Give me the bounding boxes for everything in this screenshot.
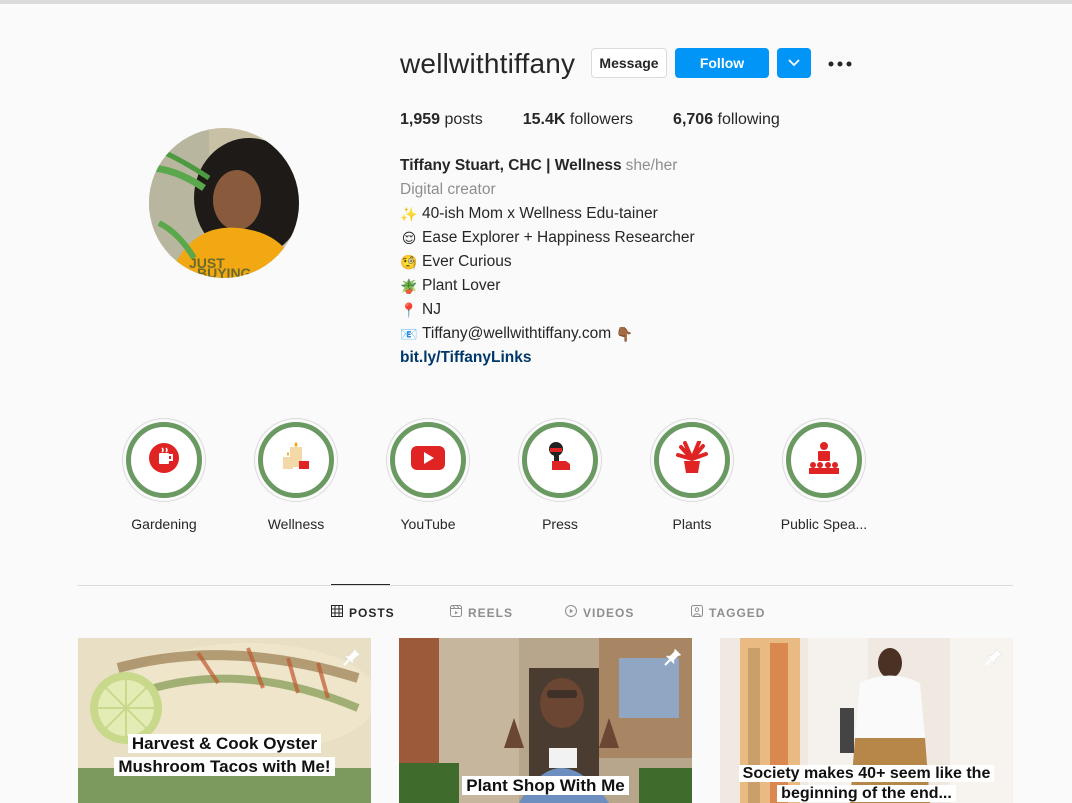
bio-line: 📧 Tiffany@wellwithtiffany.com 👇🏾 xyxy=(400,322,695,346)
following-count: 6,706 xyxy=(673,111,714,128)
email-icon: 📧 xyxy=(400,326,418,342)
highlight-gardening[interactable]: Gardening xyxy=(98,418,230,532)
highlight-ring xyxy=(254,418,338,502)
bio-name-line: Tiffany Stuart, CHC | Wellness she/her xyxy=(400,154,695,178)
posts-label: posts xyxy=(444,111,483,128)
post-tile[interactable]: Harvest & Cook Oyster Mushroom Tacos wit… xyxy=(78,638,371,803)
grid-icon xyxy=(331,605,343,620)
highlight-ring xyxy=(518,418,602,502)
tab-label: POSTS xyxy=(349,605,395,620)
post-caption-line: beginning of the end... xyxy=(777,785,956,802)
full-name: Tiffany Stuart, CHC | Wellness xyxy=(400,157,622,174)
profile-stats: 1,959 posts 15.4K followers 6,706 follow… xyxy=(400,111,780,129)
followers-label: followers xyxy=(569,111,634,128)
highlight-label: YouTube xyxy=(400,516,456,532)
post-caption: Society makes 40+ seem like the beginnin… xyxy=(720,764,1013,803)
relieved-face-icon: 😌 xyxy=(401,230,417,246)
highlight-label: Public Spea... xyxy=(780,516,868,532)
podium-icon xyxy=(807,441,841,480)
microphone-icon xyxy=(544,441,576,480)
followers-count: 15.4K xyxy=(522,111,566,128)
highlight-label: Gardening xyxy=(131,516,197,532)
highlight-plants[interactable]: Plants xyxy=(626,418,758,532)
bio-text: Ever Curious xyxy=(422,253,512,270)
highlight-ring xyxy=(650,418,734,502)
candles-icon xyxy=(279,441,313,480)
tab-label: TAGGED xyxy=(709,605,766,620)
pinned-post-icon xyxy=(985,648,1003,671)
tab-reels[interactable]: REELS xyxy=(450,605,513,620)
location-pin-icon: 📍 xyxy=(400,302,418,318)
bio-link[interactable]: bit.ly/TiffanyLinks xyxy=(400,346,695,370)
tab-label: REELS xyxy=(468,605,514,620)
tab-videos[interactable]: VIDEOS xyxy=(565,605,634,620)
post-caption-line: Society makes 40+ seem like the xyxy=(738,765,995,782)
reels-icon xyxy=(450,605,462,620)
pronouns: she/her xyxy=(625,157,678,174)
monocle-face-icon: 🧐 xyxy=(400,254,418,270)
tab-posts[interactable]: POSTS xyxy=(331,605,395,620)
tabs-divider xyxy=(78,585,1013,586)
highlight-wellness[interactable]: Wellness xyxy=(230,418,362,532)
youtube-icon xyxy=(411,445,445,475)
profile-avatar[interactable]: JUST BUYING xyxy=(149,128,299,278)
post-tile[interactable]: Society makes 40+ seem like the beginnin… xyxy=(720,638,1013,803)
bio-email: Tiffany@wellwithtiffany.com xyxy=(422,325,612,342)
sparkles-icon: ✨ xyxy=(400,206,418,222)
post-caption-line: Plant Shop With Me xyxy=(462,776,629,795)
tag-icon xyxy=(691,605,703,620)
chevron-down-icon xyxy=(788,54,800,72)
tab-label: VIDEOS xyxy=(583,605,635,620)
category: Digital creator xyxy=(400,181,496,198)
plant-icon xyxy=(675,439,709,480)
more-options-button[interactable] xyxy=(826,50,854,76)
following-label: following xyxy=(717,111,780,128)
tab-tagged[interactable]: TAGGED xyxy=(691,605,765,620)
bio-line: ✨ 40-ish Mom x Wellness Edu-tainer xyxy=(400,202,695,226)
highlight-youtube[interactable]: YouTube xyxy=(362,418,494,532)
post-image xyxy=(78,638,371,803)
svg-text:BUYING: BUYING xyxy=(197,265,252,278)
post-caption-line: Mushroom Tacos with Me! xyxy=(114,757,335,776)
post-tile[interactable]: Plant Shop With Me xyxy=(399,638,692,803)
profile-username: wellwithtiffany xyxy=(400,48,576,79)
post-caption-line: Harvest & Cook Oyster xyxy=(127,734,322,753)
highlight-press[interactable]: Press xyxy=(494,418,626,532)
profile-bio: Tiffany Stuart, CHC | Wellness she/her D… xyxy=(400,154,695,370)
potted-plant-icon: 🪴 xyxy=(400,278,418,294)
post-caption: Harvest & Cook Oyster Mushroom Tacos wit… xyxy=(78,732,371,778)
pinned-post-icon xyxy=(664,648,682,671)
bio-line: 🧐 Ever Curious xyxy=(400,250,695,274)
following-stat[interactable]: 6,706 following xyxy=(673,111,780,129)
posts-count: 1,959 xyxy=(400,111,441,128)
message-button[interactable]: Message xyxy=(591,48,667,78)
followers-stat[interactable]: 15.4K followers xyxy=(523,111,633,129)
bio-text: Plant Lover xyxy=(422,277,501,294)
bio-text: 40-ish Mom x Wellness Edu-tainer xyxy=(422,205,658,222)
bio-text: Ease Explorer + Happiness Researcher xyxy=(422,229,695,246)
suggested-accounts-button[interactable] xyxy=(777,48,811,78)
highlight-label: Press xyxy=(542,516,578,532)
cup-icon xyxy=(148,442,180,479)
follow-button[interactable]: Follow xyxy=(675,48,769,78)
highlight-label: Wellness xyxy=(267,516,325,532)
bio-text: NJ xyxy=(422,301,441,318)
highlight-label: Plants xyxy=(672,516,712,532)
bio-line: 📍 NJ xyxy=(400,298,695,322)
highlight-ring xyxy=(386,418,470,502)
highlight-ring xyxy=(782,418,866,502)
highlight-public-speaking[interactable]: Public Spea... xyxy=(758,418,890,532)
bio-line: 🪴 Plant Lover xyxy=(400,274,695,298)
play-icon xyxy=(565,605,577,620)
pinned-post-icon xyxy=(343,648,361,671)
active-tab-indicator xyxy=(331,584,390,585)
highlight-ring xyxy=(122,418,206,502)
bio-line: 😌 Ease Explorer + Happiness Researcher xyxy=(400,226,695,250)
pointing-down-icon: 👇🏾 xyxy=(615,326,633,342)
post-caption: Plant Shop With Me xyxy=(399,774,692,797)
posts-stat: 1,959 posts xyxy=(400,111,483,129)
more-options-icon xyxy=(828,54,852,72)
